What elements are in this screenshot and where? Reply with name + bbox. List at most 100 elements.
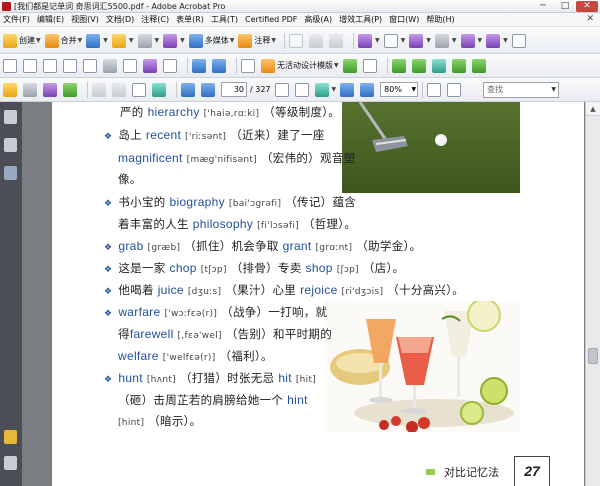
- form-icon: [163, 33, 178, 48]
- form-tool-9[interactable]: [163, 57, 179, 75]
- menu-help[interactable]: 帮助(H): [426, 14, 454, 25]
- pages-panel-icon[interactable]: [4, 110, 17, 124]
- copy-button[interactable]: [112, 81, 128, 99]
- chevron-down-icon: ▼: [103, 37, 108, 44]
- zoom-in-button[interactable]: [360, 81, 376, 99]
- check-icon: [342, 58, 357, 73]
- save-button[interactable]: [92, 81, 108, 99]
- find-input[interactable]: 查找 ▼: [483, 82, 559, 98]
- english-word: grant: [282, 239, 312, 253]
- tool-button-1[interactable]: [289, 32, 305, 50]
- scroll-up-icon[interactable]: ▲: [586, 102, 600, 116]
- create-pdf-button[interactable]: 创建 ▼: [3, 32, 41, 50]
- lock-icon: [111, 33, 126, 48]
- organizer-button[interactable]: [43, 81, 59, 99]
- share-button[interactable]: [451, 57, 468, 75]
- menu-tools[interactable]: 工具(T): [211, 14, 238, 25]
- entry-line-chop: ❖ 这是一家 chop [tʃɔp] （排骨）专卖 shop [ʃɔp] （店）…: [104, 260, 404, 276]
- fit-width-button[interactable]: [447, 81, 463, 99]
- menu-file[interactable]: 文件(F): [3, 14, 30, 25]
- maximize-button[interactable]: □: [554, 1, 576, 12]
- form-tool-1[interactable]: [3, 57, 19, 75]
- next-page-button[interactable]: [201, 81, 217, 99]
- filter-button[interactable]: [241, 57, 257, 75]
- menu-certified-pdf[interactable]: Certified PDF: [245, 15, 297, 24]
- email-doc-button[interactable]: [132, 81, 148, 99]
- review-button[interactable]: [431, 57, 448, 75]
- touchup-tool-button[interactable]: ▼: [460, 32, 482, 50]
- menu-document[interactable]: 文档(D): [106, 14, 134, 25]
- text-tool-button[interactable]: ▼: [434, 32, 457, 50]
- menu-forms[interactable]: 表单(R): [176, 14, 204, 25]
- menu-advanced[interactable]: 高级(A): [304, 14, 332, 25]
- fit-page-button[interactable]: [427, 81, 443, 99]
- collaborate-button[interactable]: ▼: [86, 32, 108, 50]
- open-button[interactable]: [3, 81, 19, 99]
- form-tool-4[interactable]: [63, 57, 79, 75]
- scrollbar-thumb[interactable]: [588, 348, 598, 364]
- sign-button[interactable]: ▼: [137, 32, 159, 50]
- crop-tool-button[interactable]: [511, 32, 528, 50]
- zoom-out-button[interactable]: [340, 81, 356, 99]
- combine-label: 合并: [60, 36, 77, 45]
- prev-page-button[interactable]: [181, 81, 197, 99]
- down-arrow-button[interactable]: [212, 57, 228, 75]
- print-button[interactable]: [23, 81, 39, 99]
- arrow-up-icon: [192, 58, 206, 73]
- form-tool-5[interactable]: [83, 57, 99, 75]
- document-viewport[interactable]: 严的 hierarchy ['haiə,rɑːki] （等级制度）。 ❖ 岛上 …: [22, 102, 585, 486]
- marquee-tool-button[interactable]: ▼: [383, 32, 405, 50]
- combine-button[interactable]: 合并 ▼: [44, 32, 82, 50]
- attach-button[interactable]: [63, 81, 79, 99]
- chevron-down-icon: ▼: [36, 37, 41, 44]
- form-tool-6[interactable]: [103, 57, 119, 75]
- email-button[interactable]: [411, 57, 428, 75]
- layers-button[interactable]: [471, 57, 488, 75]
- chevron-down-icon: ▼: [551, 86, 556, 93]
- form-tool-8[interactable]: [143, 57, 159, 75]
- form-tool-3[interactable]: [43, 57, 59, 75]
- check-button[interactable]: [342, 57, 359, 75]
- chevron-down-icon: ▼: [375, 37, 380, 44]
- chevron-down-icon: ▼: [229, 37, 235, 44]
- select-tool-button[interactable]: ▼: [358, 32, 380, 50]
- hand-tool-button[interactable]: ▼: [486, 32, 508, 50]
- no-active-template-button[interactable]: 无活动设计模版 ▼: [261, 57, 339, 75]
- tool-button-2[interactable]: [309, 32, 325, 50]
- forms-button[interactable]: ▼: [163, 32, 185, 50]
- bullet-icon: ❖: [104, 265, 113, 275]
- attach-icon: [63, 82, 77, 97]
- bookmarks-panel-icon[interactable]: [4, 138, 17, 152]
- menu-window[interactable]: 窗口(W): [389, 14, 419, 25]
- close-button[interactable]: ✕: [576, 1, 598, 12]
- menu-plugins[interactable]: 增效工具(P): [339, 14, 382, 25]
- minimize-button[interactable]: ─: [532, 1, 554, 12]
- multimedia-button[interactable]: 多媒体 ▼: [188, 32, 235, 50]
- comment-button[interactable]: 注释 ▼: [238, 32, 276, 50]
- search-doc-button[interactable]: [152, 81, 168, 99]
- zoom-level-select[interactable]: 80% ▼: [380, 82, 419, 97]
- up-arrow-button[interactable]: [192, 57, 208, 75]
- vertical-scrollbar[interactable]: ▲: [585, 102, 600, 486]
- comments-panel-icon[interactable]: [4, 430, 17, 444]
- tool-button-3[interactable]: [329, 32, 345, 50]
- page-number-input[interactable]: 30: [221, 82, 247, 97]
- menu-comments[interactable]: 注释(C): [141, 14, 169, 25]
- page-layout-button[interactable]: [362, 57, 379, 75]
- bookmark-button[interactable]: [391, 57, 408, 75]
- move-tool-button[interactable]: ▼: [409, 32, 431, 50]
- menu-edit[interactable]: 编辑(E): [37, 14, 64, 25]
- hand-button[interactable]: [294, 81, 311, 99]
- select-text-button[interactable]: [274, 81, 291, 99]
- signatures-panel-icon[interactable]: [4, 166, 17, 180]
- form-tool-2[interactable]: [23, 57, 39, 75]
- close-document-icon[interactable]: ✕: [586, 14, 594, 24]
- attachments-panel-icon[interactable]: [4, 456, 17, 470]
- zoom-tool-button[interactable]: ▼: [314, 81, 336, 99]
- entry-line-grab: ❖ grab [græb] （抓住）机会争取 grant [grɑːnt] （助…: [104, 238, 421, 254]
- secure-button[interactable]: ▼: [111, 32, 134, 50]
- organizer-icon: [43, 82, 57, 97]
- form-tool-7[interactable]: [123, 57, 139, 75]
- chevron-down-icon: ▼: [128, 37, 134, 44]
- menu-view[interactable]: 视图(V): [71, 14, 99, 25]
